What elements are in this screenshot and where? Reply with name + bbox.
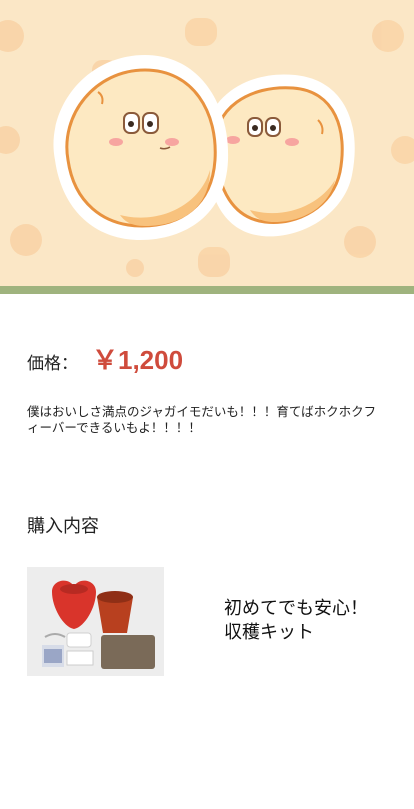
potato-left [53,55,229,240]
potato-characters-illustration [0,18,414,277]
accent-divider [0,286,414,294]
kit-name: 初めてでも安心！ 収穫キット [224,597,404,645]
product-description: 僕はおいしさ満点のジャガイモだいも！！！育てばホクホクフィーバーできるいもよ！！… [27,404,377,435]
price-row: 価格： ￥1,200 [27,340,183,377]
kit-name-line2: 収穫キット [224,622,314,643]
contents-section-title: 購入内容 [27,516,99,537]
kit-name-line1: 初めてでも安心！ [224,598,368,619]
kit-items-image [27,567,164,676]
price-value: ￥1,200 [92,345,184,375]
price-label: 価格： [27,354,78,374]
kit-photo [27,567,164,676]
hero-banner [0,0,414,286]
